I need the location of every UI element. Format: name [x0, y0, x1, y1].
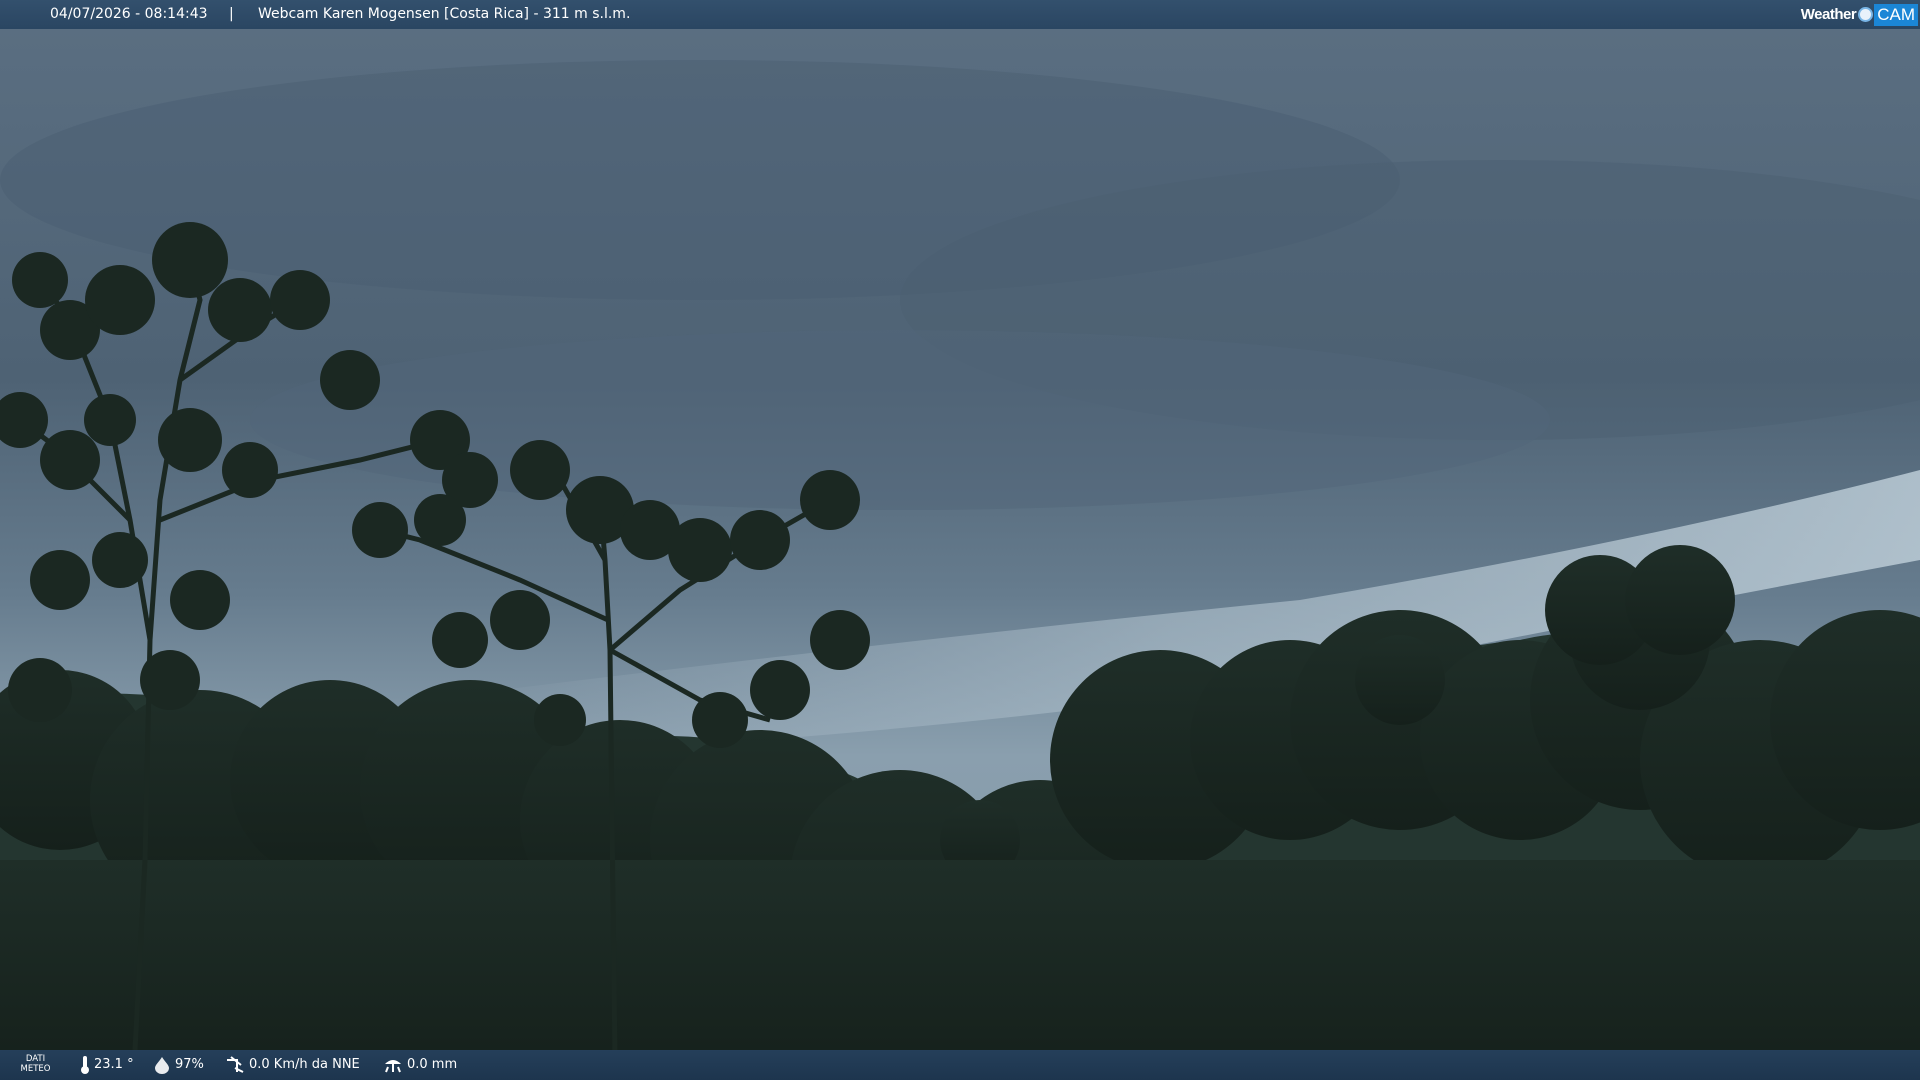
thermometer-icon	[81, 1056, 89, 1074]
wind-reading: 0.0 Km/h da NNE	[225, 1050, 360, 1080]
temperature-reading: 23.1 °	[80, 1050, 134, 1080]
wind-icon	[227, 1056, 244, 1073]
wind-value: 0.0 Km/h da NNE	[249, 1057, 360, 1072]
logo-word-cam: CAM	[1874, 3, 1918, 26]
humidity-value: 97%	[175, 1057, 204, 1072]
rain-reading: 0.0 mm	[383, 1050, 457, 1080]
rain-value: 0.0 mm	[407, 1057, 458, 1072]
logo-word-weather: Weather	[1800, 6, 1857, 23]
humidity-drop-icon	[155, 1057, 169, 1074]
humidity-reading: 97%	[153, 1050, 204, 1080]
timestamp: 04/07/2026 - 08:14:43	[50, 6, 208, 22]
webcam-image	[0, 0, 1920, 1080]
temperature-value: 23.1 °	[94, 1057, 134, 1072]
weathercam-logo: Weather CAM	[1801, 1, 1918, 28]
rain-gauge-icon	[385, 1060, 401, 1073]
logo-globe-icon	[1858, 7, 1874, 22]
header-bar: 04/07/2026 - 08:14:43 | Webcam Karen Mog…	[0, 0, 1920, 29]
meteo-label-line2: METEO	[20, 1064, 51, 1074]
header-separator: |	[229, 6, 234, 22]
meteo-label-line1: DATI	[25, 1054, 46, 1064]
webcam-title: Webcam Karen Mogensen [Costa Rica] - 311…	[258, 6, 631, 22]
meteo-label: DATI METEO	[18, 1054, 53, 1074]
meteo-bar: DATI METEO 23.1 ° 97% 0.0 Km/h da NNE 0.…	[0, 1050, 1920, 1080]
